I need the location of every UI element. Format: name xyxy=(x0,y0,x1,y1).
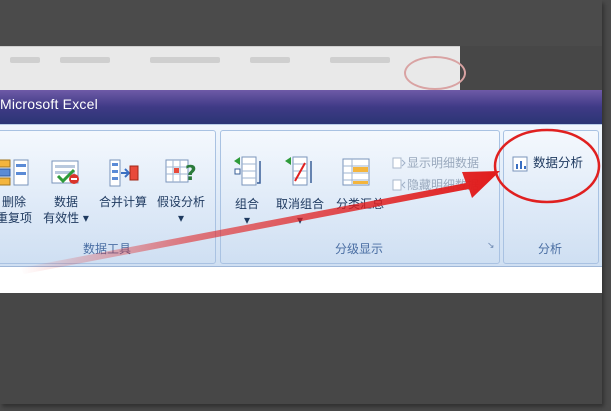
what-if-analysis-icon: ? xyxy=(164,156,198,188)
data-analysis-button[interactable]: 数据分析 xyxy=(533,155,583,171)
data-analysis-icon xyxy=(512,155,530,173)
what-if-analysis-button[interactable]: 假设分析 ▾ xyxy=(150,194,212,226)
remove-duplicates-button[interactable]: 删除 重复项 xyxy=(0,194,36,226)
consolidate-button[interactable]: 合并计算 xyxy=(94,194,152,210)
subtotal-icon xyxy=(341,157,373,189)
svg-text:?: ? xyxy=(185,161,197,185)
ungroup-icon xyxy=(283,155,317,189)
hide-detail-icon xyxy=(392,178,406,192)
show-detail-icon xyxy=(392,156,406,170)
consolidate-icon xyxy=(108,158,140,188)
subtotal-button[interactable]: 分类汇总 xyxy=(330,196,390,212)
group-button[interactable]: 组合 ▾ xyxy=(226,196,268,228)
ungroup-button[interactable]: 取消组合 ▾ xyxy=(270,196,330,228)
background-window-strip xyxy=(0,46,460,91)
background-circle-mark xyxy=(404,56,466,90)
remove-duplicates-icon xyxy=(0,158,32,188)
show-detail-button[interactable]: 显示明细数据 xyxy=(407,155,479,171)
hide-detail-button[interactable]: 隐藏明细数据 xyxy=(407,177,479,193)
dark-background-top xyxy=(0,0,602,46)
dialog-launcher-icon[interactable]: ↘ xyxy=(487,241,495,251)
group-label-outline: 分级显示 xyxy=(334,242,383,256)
photo: Microsoft Excel 删除 重复项 数据 有效性 ▾ 合并计算 ? 假… xyxy=(0,0,602,404)
group-label-analysis: 分析 xyxy=(537,242,562,256)
group-icon xyxy=(232,155,266,189)
data-validation-button[interactable]: 数据 有效性 ▾ xyxy=(40,194,92,226)
group-label-data-tools: 数据工具 xyxy=(82,242,131,256)
window-title: Microsoft Excel xyxy=(0,96,98,112)
data-validation-icon xyxy=(50,158,82,188)
formula-area xyxy=(0,266,602,293)
